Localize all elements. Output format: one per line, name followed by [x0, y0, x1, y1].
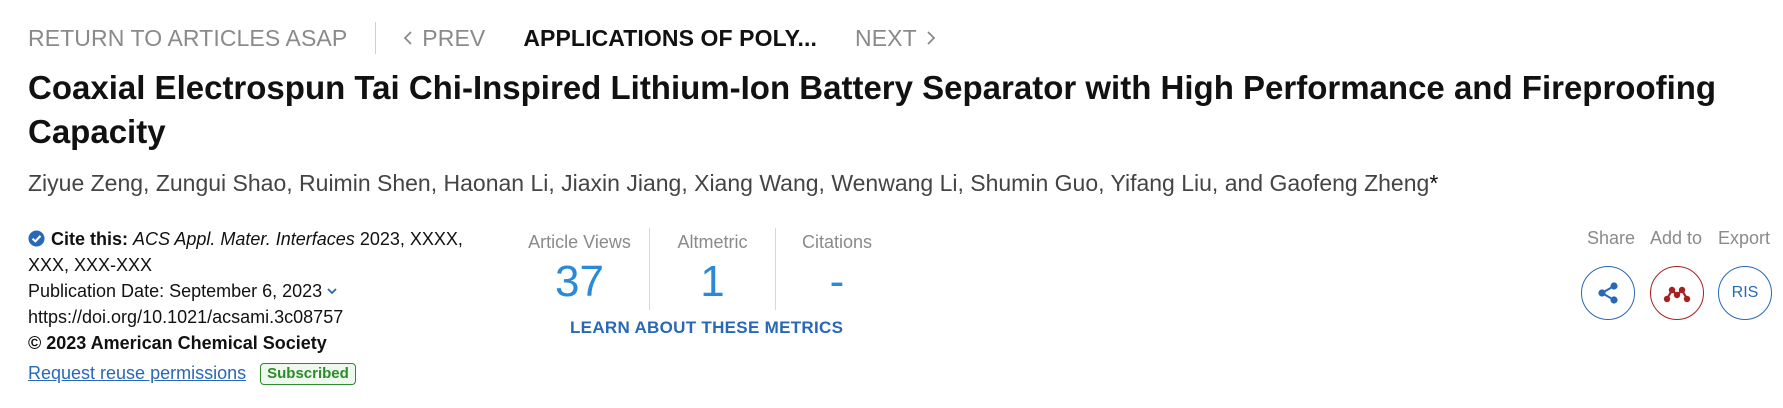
- share-button[interactable]: [1581, 266, 1635, 320]
- publication-date: Publication Date: September 6, 2023: [28, 281, 323, 301]
- check-circle-icon: [28, 230, 45, 247]
- publication-date-toggle[interactable]: Publication Date: September 6, 2023: [28, 278, 488, 304]
- cite-this-label[interactable]: Cite this:: [51, 229, 128, 249]
- current-section-label[interactable]: APPLICATIONS OF POLY...: [523, 25, 817, 52]
- share-label: Share: [1587, 228, 1636, 248]
- metric-article-views[interactable]: Article Views 37: [510, 228, 650, 310]
- return-to-articles-link[interactable]: RETURN TO ARTICLES ASAP: [28, 25, 347, 52]
- journal-name: ACS Appl. Mater. Interfaces: [133, 229, 355, 249]
- next-article-link[interactable]: NEXT: [855, 25, 937, 52]
- citation-block: Cite this: ACS Appl. Mater. Interfaces 2…: [28, 226, 488, 386]
- subscribed-badge: Subscribed: [260, 363, 356, 385]
- authors-text[interactable]: Ziyue Zeng, Zungui Shao, Ruimin Shen, Ha…: [28, 170, 1429, 196]
- metric-citations[interactable]: Citations -: [776, 228, 898, 310]
- article-navigation: RETURN TO ARTICLES ASAP PREV APPLICATION…: [28, 22, 937, 54]
- chevron-right-icon: [927, 31, 936, 45]
- metric-altmetric[interactable]: Altmetric 1: [650, 228, 776, 310]
- doi-link[interactable]: https://doi.org/10.1021/acsami.3c08757: [28, 304, 488, 330]
- request-reuse-permissions-link[interactable]: Request reuse permissions: [28, 363, 246, 383]
- next-label: NEXT: [855, 24, 917, 51]
- add-to-label: Add to: [1650, 228, 1703, 248]
- metrics-panel: Article Views 37 Altmetric 1 Citations -: [510, 228, 898, 310]
- export-ris-button[interactable]: RIS: [1718, 266, 1772, 320]
- altmetric-label: Altmetric: [677, 232, 748, 252]
- article-views-value: 37: [555, 257, 604, 306]
- share-icon: [1598, 282, 1618, 304]
- author-list: Ziyue Zeng, Zungui Shao, Ruimin Shen, Ha…: [28, 170, 1438, 197]
- add-to-mendeley-button[interactable]: [1650, 266, 1704, 320]
- article-views-label: Article Views: [528, 232, 631, 252]
- copyright-notice: © 2023 American Chemical Society: [28, 333, 327, 353]
- corresponding-author-mark: *: [1429, 170, 1439, 196]
- prev-label: PREV: [422, 24, 486, 51]
- export-label: Export: [1718, 228, 1771, 248]
- article-title: Coaxial Electrospun Tai Chi-Inspired Lit…: [28, 69, 1717, 150]
- citations-value: -: [829, 257, 845, 306]
- prev-article-link[interactable]: PREV: [402, 25, 485, 52]
- mendeley-icon: [1663, 286, 1691, 303]
- learn-about-metrics-link[interactable]: LEARN ABOUT THESE METRICS: [570, 318, 843, 338]
- export-ris-label: RIS: [1731, 284, 1759, 301]
- chevron-down-icon: [327, 288, 337, 295]
- citations-label: Citations: [801, 232, 873, 252]
- nav-divider: [375, 22, 377, 54]
- chevron-left-icon: [404, 31, 412, 45]
- altmetric-value: 1: [700, 257, 725, 306]
